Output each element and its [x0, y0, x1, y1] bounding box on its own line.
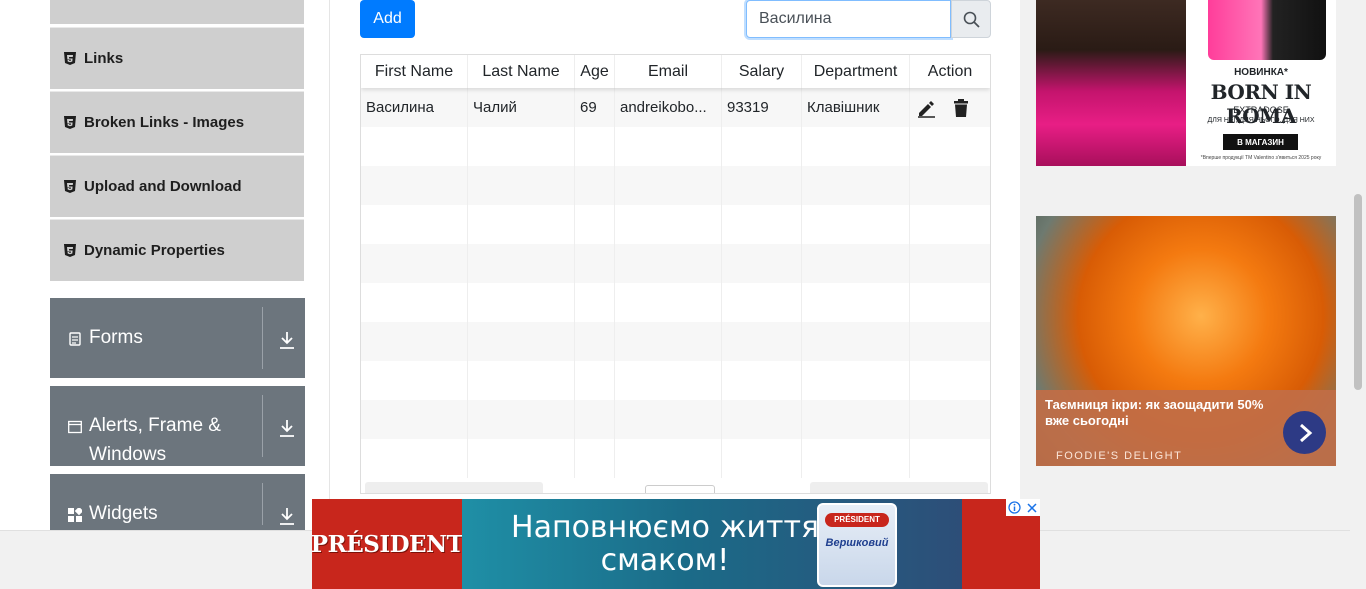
ad-tagline: ДЛЯ НЕЇ, ДЛЯ НЬОГО, ДЛЯ НИХ — [1207, 117, 1315, 124]
sidebar-group-forms[interactable]: Forms — [50, 298, 305, 378]
close-icon[interactable] — [1026, 502, 1038, 514]
sidebar-item-dynamic-properties[interactable]: Dynamic Properties — [50, 219, 304, 281]
search-icon — [963, 11, 980, 28]
ad-tag: НОВИНКА* — [1234, 67, 1288, 78]
table-row-empty — [361, 244, 990, 283]
scrollbar-thumb[interactable] — [1354, 194, 1362, 390]
download-icon[interactable] — [278, 418, 296, 438]
table-row: Василина Чалий 69 andreikobo... 93319 Кл… — [361, 88, 990, 127]
download-icon[interactable] — [278, 330, 296, 350]
table-header: First Name Last Name Age Email Salary De… — [361, 55, 990, 88]
group-divider — [262, 395, 263, 457]
window-icon — [68, 420, 82, 434]
delete-icon[interactable] — [952, 98, 970, 118]
table-row-empty — [361, 361, 990, 400]
cell-first-name: Василина — [361, 88, 468, 127]
sidebar-item-label: Dynamic Properties — [84, 242, 225, 259]
form-icon — [69, 332, 81, 346]
column-header-age[interactable]: Age — [575, 55, 615, 88]
left-sidebar: Links Broken Links - Images Upload and D… — [30, 0, 330, 589]
search-button[interactable] — [951, 0, 991, 38]
widgets-icon — [68, 508, 82, 522]
table-row-empty — [361, 283, 990, 322]
adchoices-controls[interactable] — [1006, 499, 1040, 516]
ad-headline: Таємниця ікри: як заощадити 50% вже сьог… — [1045, 397, 1264, 428]
shop-button[interactable]: В МАГАЗИН — [1223, 134, 1298, 150]
column-header-salary[interactable]: Salary — [722, 55, 802, 88]
model-photo — [1036, 0, 1186, 166]
data-table: First Name Last Name Age Email Salary De… — [360, 54, 991, 494]
group-label: Forms — [89, 327, 143, 348]
chevron-right-icon[interactable] — [1283, 411, 1326, 454]
add-button[interactable]: Add — [360, 0, 415, 38]
previous-button[interactable] — [365, 482, 543, 493]
table-row-empty — [361, 205, 990, 244]
table-row-empty — [361, 439, 990, 478]
edit-icon[interactable] — [916, 98, 936, 118]
html5-icon — [64, 52, 76, 65]
banner-slogan: Наповнюємо життя смаком! — [511, 510, 819, 578]
column-header-department[interactable]: Department — [802, 55, 910, 88]
html5-icon — [64, 180, 76, 193]
cell-department: Клавішник — [802, 88, 910, 127]
sidebar-item-links[interactable]: Links — [50, 27, 304, 89]
page-input[interactable] — [645, 485, 715, 493]
html5-icon — [64, 116, 76, 129]
cell-email: andreikobo... — [615, 88, 722, 127]
group-label: Widgets — [89, 503, 158, 524]
page: Links Broken Links - Images Upload and D… — [0, 0, 1366, 589]
butter-pack-image: PRÉSIDENT Вершковий — [817, 503, 897, 587]
info-icon[interactable] — [1008, 501, 1021, 514]
search-input[interactable] — [746, 0, 951, 38]
sidebar-item-label: Broken Links - Images — [84, 114, 245, 131]
sidebar-item-broken-links[interactable]: Broken Links - Images — [50, 91, 304, 153]
sidebar-item-label: Links — [84, 50, 124, 67]
group-divider — [262, 307, 263, 369]
column-header-action: Action — [927, 62, 973, 80]
vertical-scrollbar[interactable] — [1350, 0, 1366, 589]
sidebar-group-alerts[interactable]: Alerts, Frame & Windows — [50, 386, 305, 466]
cell-salary: 93319 — [722, 88, 802, 127]
next-button[interactable] — [810, 482, 988, 493]
ad-fine-print: *Вперше продукції ТМ Valentino з'явиться… — [1200, 155, 1322, 161]
html5-icon — [64, 244, 76, 257]
table-row-empty — [361, 400, 990, 439]
cell-last-name: Чалий — [468, 88, 575, 127]
group-label: Alerts, Frame & Windows — [89, 415, 221, 465]
perfume-ad[interactable]: НОВИНКА* BORN IN ROMA EXTRADOSE ДЛЯ НЕЇ,… — [1036, 0, 1336, 166]
president-banner-ad[interactable]: PRÉSIDENT Наповнюємо життя смаком! PRÉSI… — [312, 499, 1040, 589]
cell-action — [910, 88, 990, 127]
president-logo: PRÉSIDENT — [312, 499, 464, 589]
download-icon[interactable] — [278, 506, 296, 526]
sidebar-item-upload-download[interactable]: Upload and Download — [50, 155, 304, 217]
sidebar-item-label: Upload and Download — [84, 178, 242, 195]
column-header-email[interactable]: Email — [615, 55, 722, 88]
caviar-ad[interactable]: Таємниця ікри: як заощадити 50% вже сьог… — [1036, 216, 1336, 466]
ad-brand: FOODIE'S DELIGHT — [1056, 450, 1183, 462]
sidebar-item-partial[interactable] — [50, 0, 304, 24]
group-divider — [262, 483, 263, 525]
table-row-empty — [361, 127, 990, 166]
cell-age: 69 — [575, 88, 615, 127]
table-row-empty — [361, 322, 990, 361]
column-header-last-name[interactable]: Last Name — [468, 55, 575, 88]
perfume-bottle-image — [1208, 0, 1326, 60]
pagination — [361, 480, 990, 493]
table-row-empty — [361, 166, 990, 205]
ad-subtitle: EXTRADOSE — [1233, 105, 1289, 115]
sidebar-group-widgets[interactable]: Widgets — [50, 474, 305, 534]
column-header-first-name[interactable]: First Name — [361, 55, 468, 88]
